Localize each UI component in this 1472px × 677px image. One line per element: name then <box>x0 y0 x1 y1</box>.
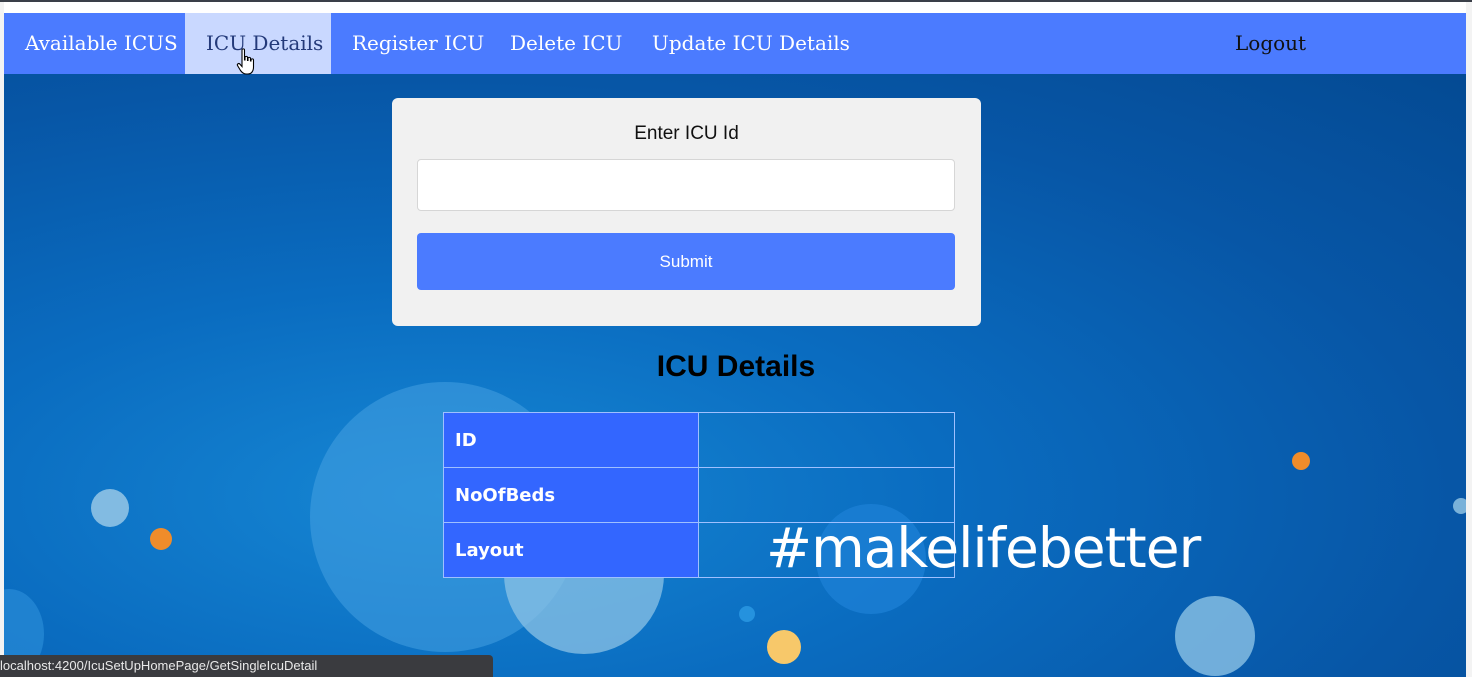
nav-item-update-icu-details[interactable]: Update ICU Details <box>631 13 851 74</box>
icu-details-heading: ICU Details <box>656 350 816 383</box>
bubble-decoration <box>150 528 172 550</box>
bubble-decoration <box>91 489 129 527</box>
bubble-decoration <box>1453 498 1466 514</box>
table-value-cell <box>697 467 956 523</box>
window-top-border <box>0 0 1472 2</box>
nav-item-label: ICU Details <box>206 31 324 55</box>
hand-pointer-cursor-icon <box>236 48 255 75</box>
submit-button[interactable]: Submit <box>417 233 955 290</box>
table-key-cell: NoOfBeds <box>443 467 699 523</box>
bubble-decoration <box>1175 596 1255 676</box>
window-right-border <box>1466 2 1472 677</box>
nav-item-icu-details[interactable]: ICU Details <box>185 13 331 74</box>
enter-icu-id-label: Enter ICU Id <box>634 123 739 144</box>
icu-id-input[interactable] <box>417 159 955 211</box>
logout-label: Logout <box>1235 31 1307 55</box>
bubble-decoration <box>739 606 755 622</box>
table-key-cell: ID <box>443 412 699 468</box>
bubble-decoration <box>767 630 801 664</box>
table-key-cell: Layout <box>443 522 699 578</box>
nav-item-label: Update ICU Details <box>652 31 850 55</box>
table-row: ID <box>443 412 956 468</box>
nav-item-register-icu[interactable]: Register ICU <box>331 13 489 74</box>
nav-item-available-icus[interactable]: Available ICUS <box>4 13 185 74</box>
icu-search-card: Enter ICU Id Submit <box>392 98 981 326</box>
top-navbar: Available ICUS ICU Details Register ICU … <box>4 13 1466 74</box>
nav-item-delete-icu[interactable]: Delete ICU <box>489 13 631 74</box>
nav-item-label: Delete ICU <box>510 31 623 55</box>
logout-link[interactable]: Logout <box>1214 13 1334 74</box>
table-value-cell <box>697 412 956 468</box>
nav-item-label: Available ICUS <box>25 31 178 55</box>
table-row: NoOfBeds <box>443 467 956 523</box>
hero-tagline: #makelifebetter <box>766 516 1201 580</box>
nav-item-label: Register ICU <box>352 31 485 55</box>
bubble-decoration <box>1292 452 1310 470</box>
status-bar-url: localhost:4200/IcuSetUpHomePage/GetSingl… <box>0 655 493 677</box>
